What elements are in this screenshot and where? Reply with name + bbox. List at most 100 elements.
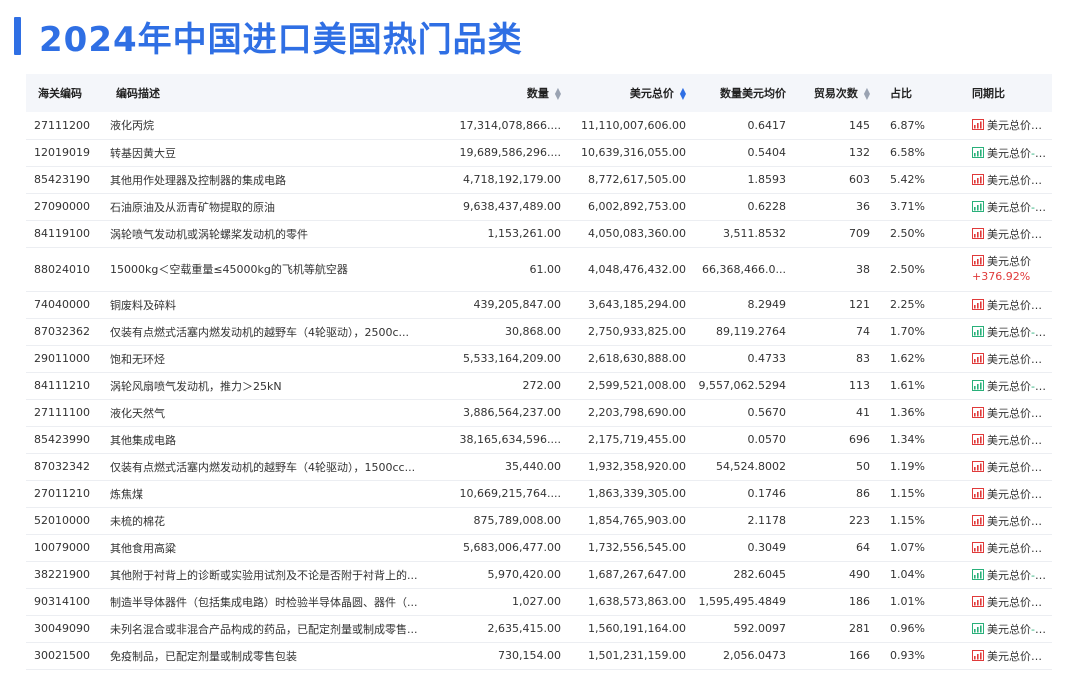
cell-yoy: 美元总价-0.59% [948,561,1052,588]
cell-trades: 145 [849,118,870,132]
table-row[interactable]: 87032362 仅装有点燃式活塞内燃发动机的越野车（4轮驱动），2500c...… [26,318,1052,345]
cell-yoy: 美元总价+11.66% [948,507,1052,534]
table-row[interactable]: 84119100 涡轮喷气发动机或涡轮螺桨发动机的零件 1,153,261.00 4,… [26,220,1052,247]
page-title-bar: 2024年中国进口美国热门品类 [14,14,523,60]
cell-avg: 0.6228 [747,200,787,213]
cell-share: 1.34% [890,433,925,446]
cell-yoy: 美元总价+19.74% [948,426,1052,453]
cell-trades: 696 [849,433,870,446]
cell-share: 2.50% [890,227,925,240]
cell-desc: 未梳的棉花 [110,514,165,528]
cell-qty: 3,886,564,237.00 [463,406,561,419]
table-row[interactable]: 30021500 免疫制品，已配定剂量或制成零售包装 730,154.00 1,501… [26,642,1052,669]
table-row[interactable]: 52010000 未梳的棉花 875,789,008.00 1,854,765,903… [26,507,1052,534]
cell-trades: 166 [849,649,870,662]
table-row[interactable]: 27011210 炼焦煤 10,669,215,764.... 1,863,339,3… [26,480,1052,507]
trend-up-icon [972,173,984,185]
table-row[interactable]: 27111200 液化丙烷 17,314,078,866.... 11,110,007… [26,112,1052,139]
trend-up-icon [972,227,984,239]
cell-avg: 0.1746 [747,487,787,500]
cell-trades: 281 [849,622,870,635]
header-code: 海关编码 [38,87,82,100]
cell-share: 0.96% [890,622,925,635]
header-trades[interactable]: 贸易次数 ▲ ▼ [792,74,876,112]
cell-desc: 仅装有点燃式活塞内燃发动机的越野车（4轮驱动），1500cc... [110,460,416,474]
cell-code: 27011210 [34,487,90,500]
cell-desc: 饱和无环烃 [110,352,165,366]
cell-yoy: 美元总价+20.11% [948,642,1052,669]
cell-share: 0.93% [890,649,925,662]
cell-qty: 5,970,420.00 [487,568,561,581]
table-row[interactable]: 30049090 未列名混合或非混合产品构成的药品，已配定剂量或制成零售... 2,… [26,615,1052,642]
header-usd[interactable]: 美元总价 ▲ ▼ [567,74,692,112]
table-row[interactable]: 74040000 铜废料及碎料 439,205,847.00 3,643,185,29… [26,291,1052,318]
table-row[interactable]: 87032342 仅装有点燃式活塞内燃发动机的越野车（4轮驱动），1500cc..… [26,453,1052,480]
table-header-row: 海关编码 编码描述 数量 ▲ ▼ 美元总价 ▲ ▼ 数量美元均价 贸易次数 ▲ ▼ 占比 同… [26,74,1052,112]
cell-yoy: 美元总价+62.99% [948,166,1052,193]
table-row[interactable]: 90314100 制造半导体器件（包括集成电路）时检验半导体晶圆、器件（... 1,… [26,588,1052,615]
cell-share: 1.19% [890,460,925,473]
cell-usd: 1,854,765,903.00 [588,514,686,527]
cell-avg: 1.8593 [747,173,787,186]
trend-down-icon [972,200,984,212]
sort-icon-active[interactable]: ▲ ▼ [680,87,686,101]
cell-usd: 1,732,556,545.00 [588,541,686,554]
table-row[interactable]: 85423990 其他集成电路 38,165,634,596.... 2,175,71… [26,426,1052,453]
cell-avg: 0.5670 [747,406,787,419]
cell-code: 85423990 [34,433,90,446]
table-row[interactable]: 38221900 其他附于衬背上的诊断或实验用试剂及不论是否附于衬背上的... 5,… [26,561,1052,588]
cell-code: 84119100 [34,227,90,240]
yoy-label: 美元总价 [987,146,1031,160]
header-yoy: 同期比 [972,87,1005,100]
yoy-label: 美元总价 [987,379,1031,393]
cell-trades: 603 [849,173,870,186]
trend-up-icon [972,119,984,131]
table-row[interactable]: 88024010 15000kg＜空载重量≤45000kg的飞机等航空器 61.00… [26,247,1052,291]
table-row[interactable]: 12019019 转基因黄大豆 19,689,586,296.... 10,639,3… [26,139,1052,166]
header-qty-label: 数量 [526,87,549,100]
table-row[interactable]: 85423190 其他用作处理器及控制器的集成电路 4,718,192,179.00… [26,166,1052,193]
yoy-label: 美元总价 [987,298,1031,312]
table-row[interactable]: 27111100 液化天然气 3,886,564,237.00 2,203,798,6… [26,399,1052,426]
trend-up-icon [972,595,984,607]
cell-yoy: 美元总价+32.37% [948,291,1052,318]
table-row[interactable]: 84111210 涡轮风扇喷气发动机，推力＞25kN 272.00 2,599,521… [26,372,1052,399]
yoy-label: 美元总价 [987,406,1031,420]
cell-avg: 592.0097 [733,622,787,635]
cell-desc: 涡轮喷气发动机或涡轮螺桨发动机的零件 [110,227,308,241]
cell-code: 12019019 [34,146,90,159]
cell-code: 87032342 [34,460,90,473]
cell-code: 88024010 [34,262,90,276]
cell-avg: 2.1178 [747,514,787,527]
yoy-label: 美元总价 [987,227,1031,241]
cell-qty: 9,638,437,489.00 [463,200,561,213]
cell-trades: 186 [849,595,870,608]
yoy-value: -33.92% [1031,200,1052,214]
trend-down-icon [972,325,984,337]
cell-share: 1.04% [890,568,925,581]
table-row[interactable]: 29011000 饱和无环烃 5,533,164,209.00 2,618,630,8… [26,345,1052,372]
cell-yoy: 美元总价+99.79% [948,534,1052,561]
table-row[interactable]: 27090000 石油原油及从沥青矿物提取的原油 9,638,437,489.00 6… [26,193,1052,220]
cell-share: 1.07% [890,541,925,554]
table-row[interactable]: 10079000 其他食用高粱 5,683,006,477.00 1,732,556,… [26,534,1052,561]
header-qty[interactable]: 数量 ▲ ▼ [432,74,567,112]
cell-usd: 3,643,185,294.00 [588,298,686,311]
cell-code: 38221900 [34,568,90,581]
cell-yoy: 美元总价-17.07% [948,318,1052,345]
trend-up-icon [972,514,984,526]
cell-trades: 86 [856,487,870,500]
trend-up-icon [972,406,984,418]
sort-icon[interactable]: ▲ ▼ [864,87,870,101]
trade-table: 海关编码 编码描述 数量 ▲ ▼ 美元总价 ▲ ▼ 数量美元均价 贸易次数 ▲ ▼ 占比 同… [26,74,1052,670]
cell-yoy: 美元总价+14.85% [948,345,1052,372]
cell-trades: 83 [856,352,870,365]
cell-yoy: 美元总价+43.82% [948,453,1052,480]
cell-code: 30021500 [34,649,90,662]
sort-icon[interactable]: ▲ ▼ [555,87,561,101]
yoy-value: -0.59% [1031,568,1052,582]
cell-qty: 1,153,261.00 [487,227,561,240]
cell-desc: 其他用作处理器及控制器的集成电路 [110,173,286,187]
cell-trades: 490 [849,568,870,581]
cell-desc: 其他集成电路 [110,433,176,447]
